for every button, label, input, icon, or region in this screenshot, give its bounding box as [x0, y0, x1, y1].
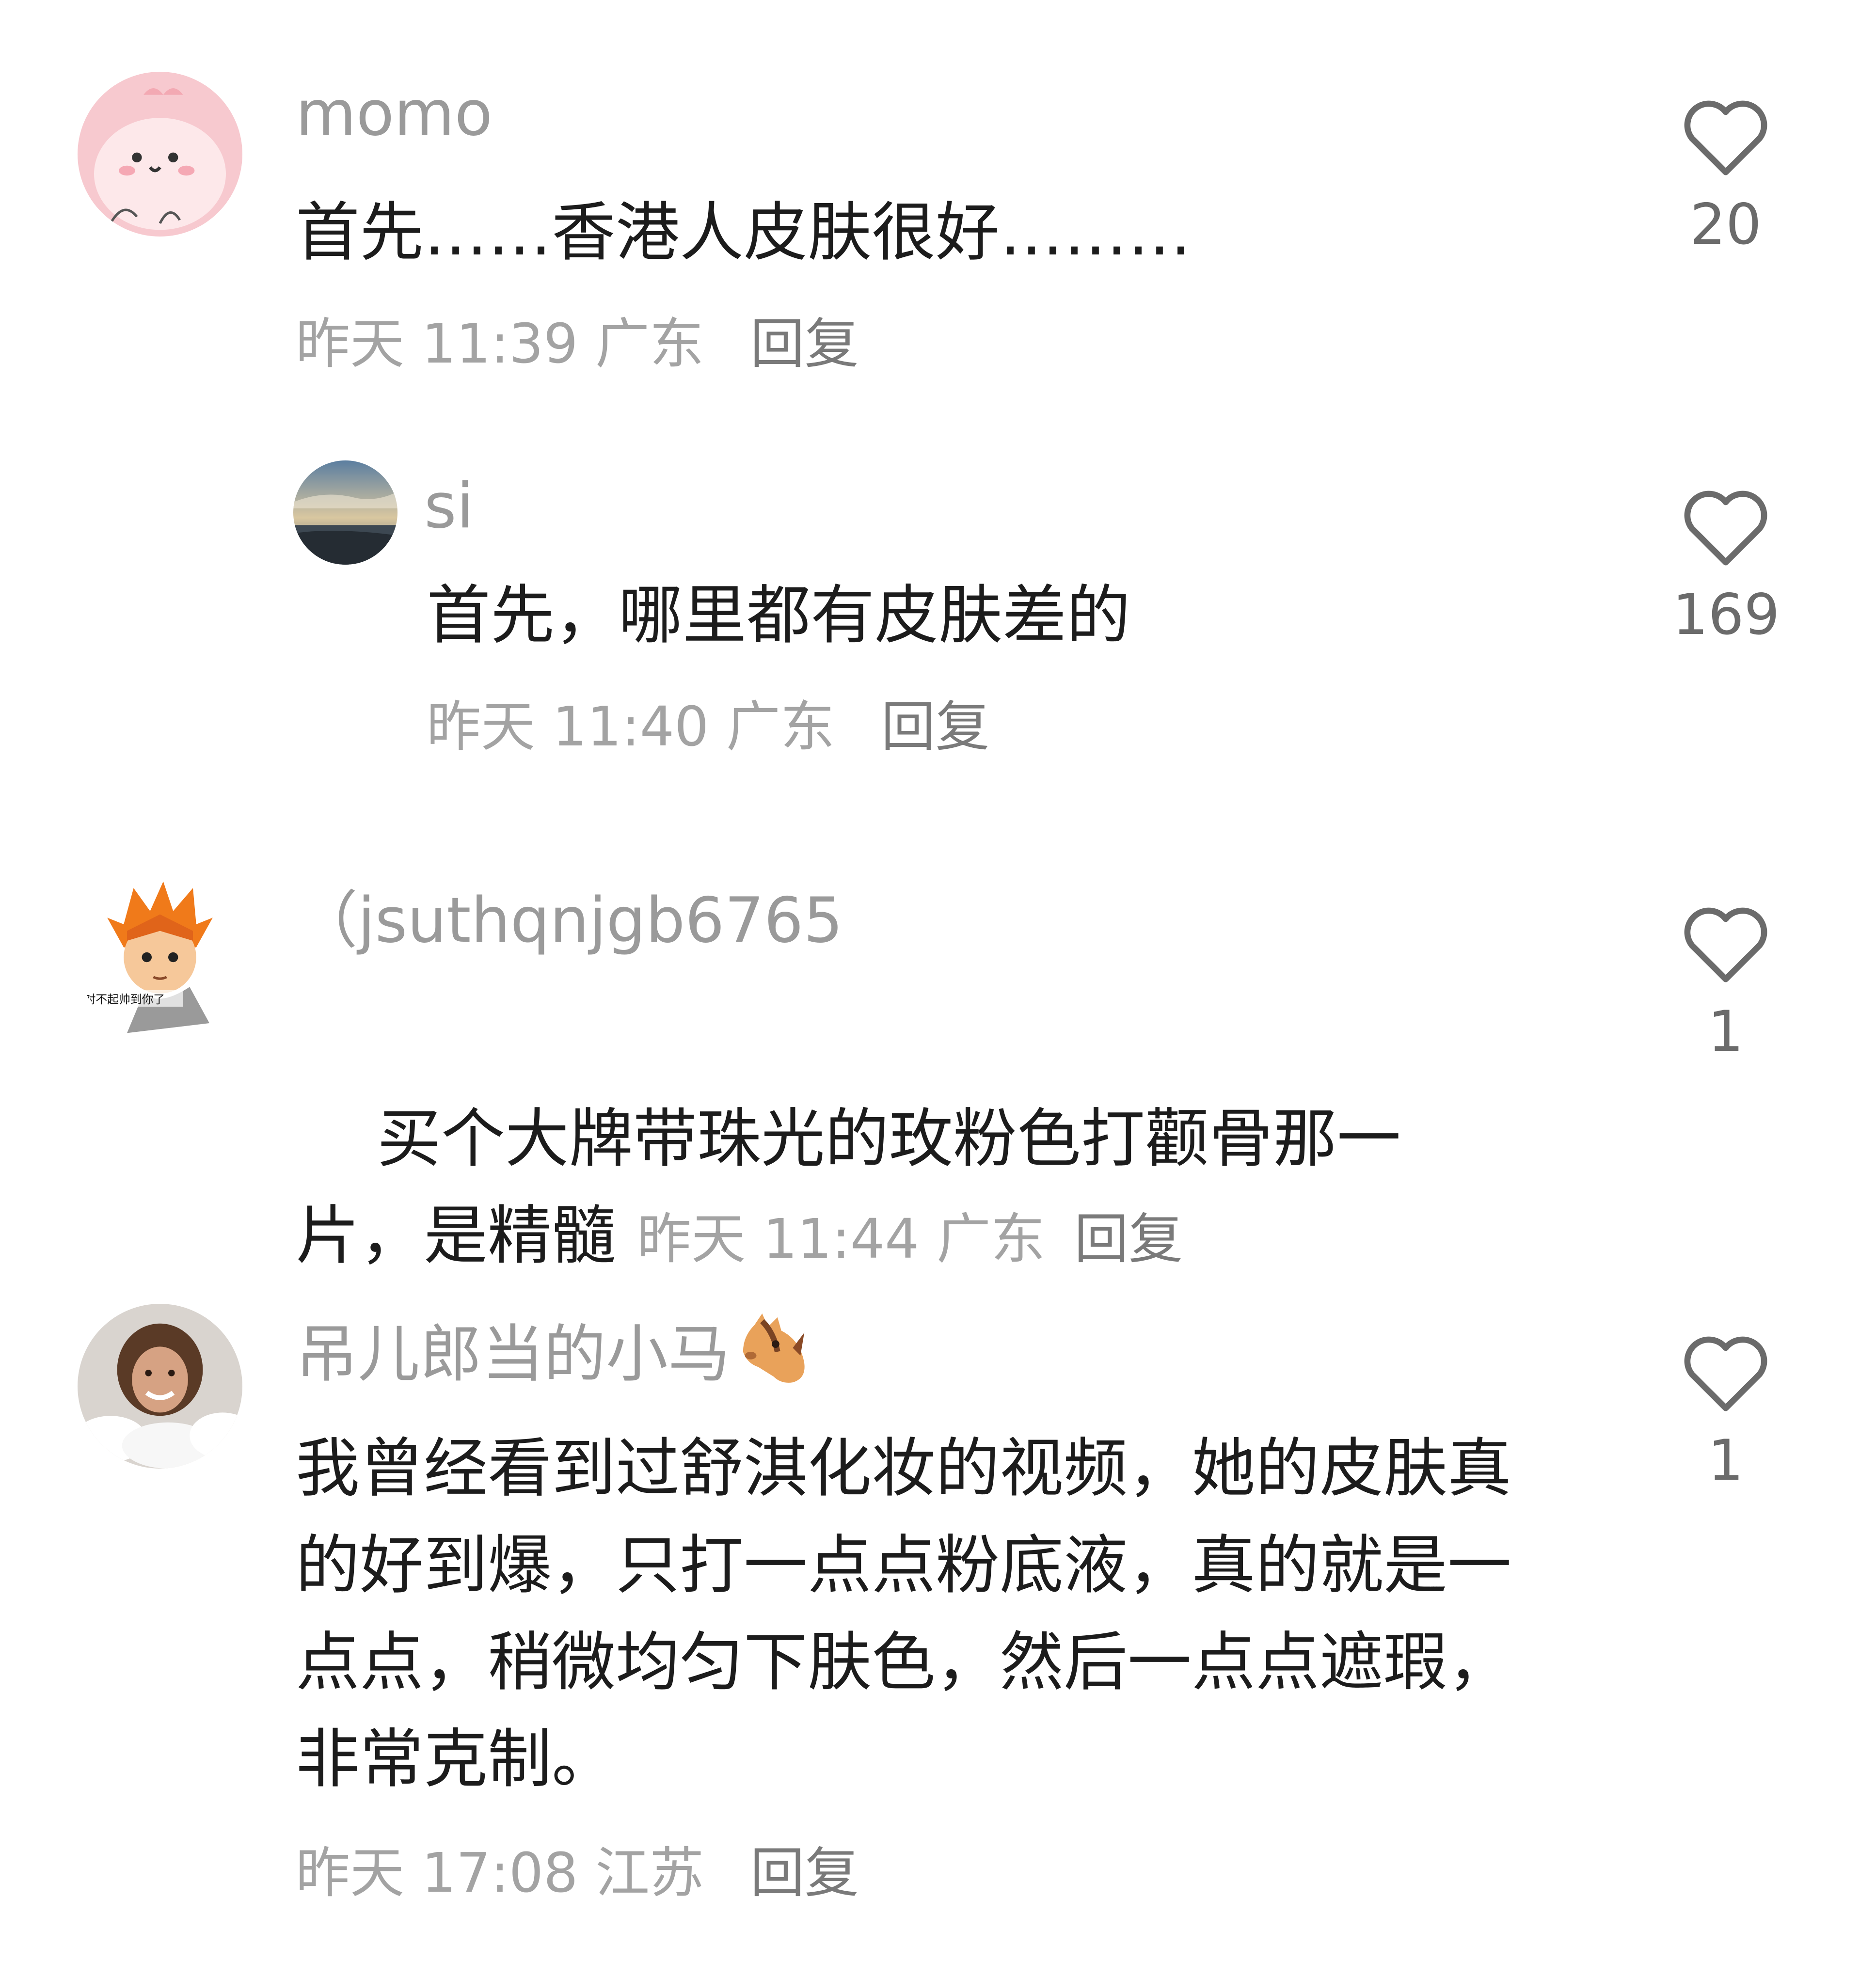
heart-icon — [1684, 100, 1767, 175]
like-button[interactable]: 20 — [1672, 92, 1779, 259]
comment-time: 昨天 17:08 — [296, 1842, 578, 1905]
like-count: 1 — [1708, 1428, 1744, 1493]
avatar[interactable]: 对不起帅到你了 — [78, 875, 242, 1040]
reply-button[interactable]: 回复 — [1074, 1208, 1183, 1271]
like-count: 169 — [1672, 582, 1780, 648]
anime-boy-avatar-icon: 对不起帅到你了 — [78, 875, 242, 1040]
like-count: 1 — [1708, 999, 1744, 1064]
like-button[interactable]: 1 — [1672, 899, 1779, 1066]
heart-icon — [1684, 1336, 1767, 1411]
comment-meta: 昨天 11:39 广东 回复 — [296, 310, 859, 378]
heart-icon — [1684, 490, 1767, 566]
reply-button[interactable]: 回复 — [881, 696, 990, 759]
comment-location: 广东 — [726, 696, 835, 759]
comment-location: 广东 — [936, 1208, 1045, 1271]
seaside-landscape-avatar-icon — [293, 460, 397, 565]
comment-time: 昨天 11:40 — [427, 696, 709, 759]
username[interactable]: si — [424, 473, 474, 540]
username[interactable]: （jsuthqnjgb6765 — [296, 887, 843, 955]
username-text: 吊儿郎当的小马 — [296, 1318, 731, 1391]
horse-face-emoji-icon — [743, 1313, 805, 1383]
reply-button[interactable]: 回复 — [750, 313, 859, 376]
avatar[interactable] — [293, 460, 397, 565]
woman-bath-avatar-icon — [78, 1304, 242, 1469]
like-button[interactable]: 169 — [1672, 482, 1780, 649]
comment-time: 昨天 11:39 — [296, 313, 578, 376]
pink-cartoon-avatar-icon — [78, 72, 242, 237]
svg-text:对不起帅到你了: 对不起帅到你了 — [84, 993, 165, 1006]
comment-text: 我曾经看到过舒淇化妆的视频，她的皮肤真的好到爆，只打一点点粉底液，真的就是一点点… — [296, 1431, 1511, 1797]
comment-location: 广东 — [595, 313, 704, 376]
comment-location: 江苏 — [595, 1842, 704, 1905]
heart-icon — [1684, 907, 1767, 982]
comment-time: 昨天 11:44 — [637, 1208, 920, 1271]
comment-text: 首先，哪里都有皮肤差的 — [427, 578, 1130, 653]
avatar[interactable] — [78, 72, 242, 237]
comment-meta: 昨天 17:08 江苏 回复 — [296, 1839, 859, 1907]
username[interactable]: momo — [296, 80, 493, 148]
username[interactable]: 吊儿郎当的小马 — [296, 1313, 812, 1389]
comment-meta: 昨天 11:44 广东 回复 — [637, 1208, 1183, 1271]
like-count: 20 — [1690, 192, 1762, 257]
reply-button[interactable]: 回复 — [750, 1842, 859, 1905]
like-button[interactable]: 1 — [1672, 1328, 1779, 1495]
avatar[interactable] — [78, 1304, 242, 1469]
comment-meta: 昨天 11:40 广东 回复 — [427, 693, 990, 761]
comment-text: 首先……香港人皮肤很好……… — [296, 195, 1192, 270]
